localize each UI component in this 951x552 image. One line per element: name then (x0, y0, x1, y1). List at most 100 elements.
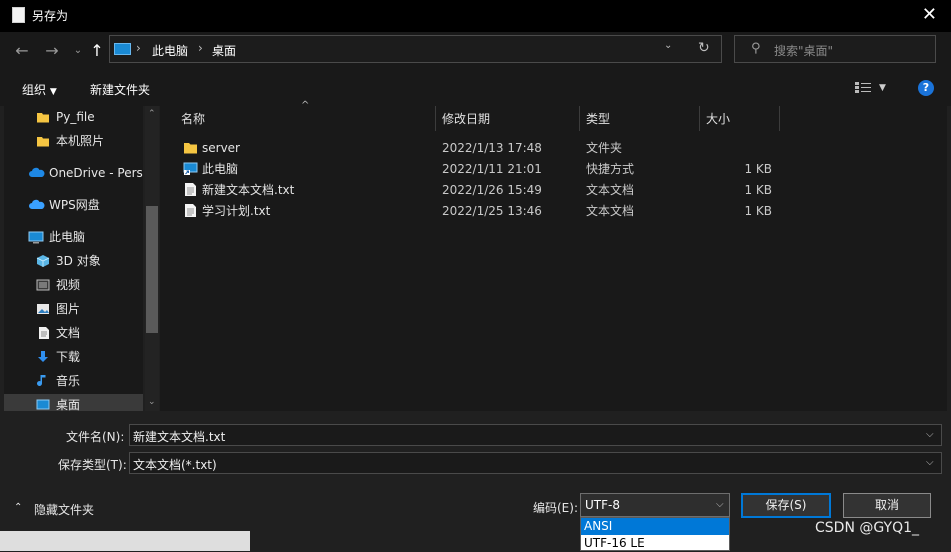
sidebar-item-label: 图片 (56, 302, 81, 316)
chevron-down-icon: ▼ (49, 87, 57, 97)
encoding-label: 编码(E): (533, 501, 578, 515)
sidebar-item-label: 视频 (56, 278, 81, 292)
scroll-up-arrow-icon[interactable]: ⌃ (148, 109, 156, 119)
column-divider[interactable] (435, 106, 436, 131)
filename-label: 文件名(N): (66, 430, 125, 444)
column-header-size[interactable]: 大小 (706, 108, 730, 130)
file-name: 学习计划.txt (202, 204, 271, 218)
sidebar-item-onedrive[interactable]: OneDrive - Personal (4, 162, 143, 184)
file-name: server (202, 141, 240, 155)
chevron-right-icon[interactable]: › (198, 41, 203, 55)
filename-input[interactable] (129, 424, 942, 446)
column-header-date[interactable]: 修改日期 (442, 108, 490, 130)
scroll-down-arrow-icon[interactable]: ⌄ (148, 397, 156, 407)
encoding-option-utf16le[interactable]: UTF-16 LE (581, 535, 729, 552)
sidebar-item-label: 3D 对象 (56, 254, 101, 268)
filetype-value: 文本文档(*.txt) (133, 458, 217, 472)
up-arrow-icon[interactable]: ↑ (85, 40, 109, 62)
sidebar-item-py-file[interactable]: Py_file (4, 106, 143, 128)
sidebar-item-photos[interactable]: 本机照片 (4, 130, 143, 152)
cube-icon (36, 255, 50, 267)
organize-button[interactable]: 组织 ▼ (22, 81, 57, 98)
encoding-dropdown-list: ANSI UTF-16 LE (580, 517, 730, 551)
filename-chevron-down-icon[interactable]: ⌵ (926, 429, 934, 440)
chevron-up-icon[interactable]: ⌃ (14, 502, 22, 513)
title-bar (0, 0, 951, 32)
window-title: 另存为 (32, 9, 69, 23)
filetype-chevron-down-icon[interactable]: ⌵ (926, 457, 934, 468)
address-dropdown-chevron-icon[interactable]: ⌄ (664, 40, 672, 51)
sidebar-item-3d-objects[interactable]: 3D 对象 (4, 250, 143, 272)
computer-icon (28, 231, 44, 244)
sidebar-item-label: 音乐 (56, 374, 81, 388)
cloud-icon (29, 167, 45, 177)
column-header-type[interactable]: 类型 (586, 108, 610, 130)
chevron-right-icon[interactable]: › (136, 41, 141, 55)
sidebar-item-label: 本机照片 (56, 134, 105, 148)
sidebar-scrollbar-thumb[interactable] (146, 206, 158, 333)
file-type: 文件夹 (586, 141, 623, 155)
file-name: 此电脑 (202, 162, 239, 176)
text-file-icon (185, 204, 196, 217)
sidebar-item-desktop[interactable]: 桌面 (4, 394, 143, 411)
close-icon[interactable]: ✕ (922, 4, 937, 26)
file-size (700, 138, 772, 158)
sidebar-item-label: 此电脑 (49, 230, 86, 244)
picture-icon (37, 304, 49, 314)
shortcut-icon (183, 162, 198, 175)
search-placeholder: 搜索"桌面" (774, 44, 834, 58)
sidebar-item-videos[interactable]: 视频 (4, 274, 143, 296)
cancel-button[interactable]: 取消 (843, 493, 931, 518)
file-type: 文本文档 (586, 183, 635, 197)
view-options-icon[interactable] (855, 82, 871, 93)
sidebar-item-music[interactable]: 音乐 (4, 370, 143, 392)
view-chevron-down-icon[interactable]: ▼ (879, 83, 886, 93)
notepad-icon (12, 7, 25, 23)
music-icon (37, 375, 46, 386)
download-icon (38, 351, 48, 362)
desktop-icon (36, 399, 50, 410)
column-divider[interactable] (779, 106, 780, 131)
refresh-icon[interactable]: ↻ (698, 40, 710, 56)
column-divider[interactable] (699, 106, 700, 131)
file-type: 文本文档 (586, 204, 635, 218)
sidebar-item-label: WPS网盘 (49, 198, 100, 212)
save-button[interactable]: 保存(S) (741, 493, 831, 518)
cloud-icon (29, 199, 45, 209)
help-icon[interactable]: ? (918, 80, 934, 96)
organize-label: 组织 (22, 83, 47, 97)
sidebar-item-pictures[interactable]: 图片 (4, 298, 143, 320)
watermark: CSDN @GYQ1_ (815, 520, 919, 536)
filetype-select[interactable] (129, 452, 942, 474)
breadcrumb-desktop[interactable]: 桌面 (212, 42, 236, 59)
file-name: 新建文本文档.txt (202, 183, 295, 197)
encoding-option-ansi[interactable]: ANSI (581, 518, 729, 535)
back-arrow-icon[interactable]: ← (10, 40, 34, 62)
sort-ascending-icon: ^ (301, 100, 310, 111)
forward-arrow-icon[interactable]: → (40, 40, 64, 62)
search-icon: ⚲ (751, 41, 761, 56)
sidebar-item-this-pc[interactable]: 此电脑 (4, 226, 143, 248)
computer-icon (114, 43, 131, 55)
folder-icon (184, 143, 197, 154)
file-date: 2022/1/26 15:49 (442, 183, 542, 197)
sidebar-item-label: OneDrive - Personal (49, 166, 143, 180)
text-file-icon (185, 183, 196, 196)
folder-icon (37, 137, 49, 147)
column-header-name[interactable]: 名称 (181, 108, 205, 130)
file-date: 2022/1/11 21:01 (442, 162, 542, 176)
column-divider[interactable] (579, 106, 580, 131)
file-date: 2022/1/25 13:46 (442, 204, 542, 218)
video-icon (36, 279, 50, 291)
sidebar-item-wps[interactable]: WPS网盘 (4, 194, 143, 216)
breadcrumb-this-pc[interactable]: 此电脑 (152, 42, 188, 59)
sidebar-item-label: 桌面 (56, 398, 81, 411)
encoding-chevron-down-icon[interactable]: ⌵ (716, 499, 724, 510)
hide-folders-button[interactable]: 隐藏文件夹 (34, 501, 94, 518)
file-size: 1 KB (744, 162, 772, 176)
sidebar-item-documents[interactable]: 文档 (4, 322, 143, 344)
file-size: 1 KB (744, 183, 772, 197)
new-folder-button[interactable]: 新建文件夹 (90, 81, 150, 98)
search-input[interactable] (734, 35, 936, 63)
sidebar-item-downloads[interactable]: 下载 (4, 346, 143, 368)
